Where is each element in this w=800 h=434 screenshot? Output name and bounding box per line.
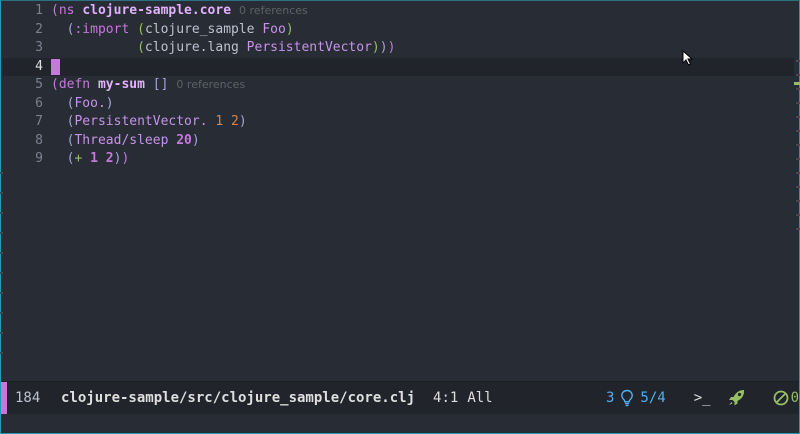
line-number: 4 [35,58,43,74]
code-token: clojure.lang [144,40,247,55]
reference-count-lens[interactable]: 0 references [176,78,245,91]
code-token: 1 2 [90,151,114,166]
minibuffer[interactable] [1,414,799,433]
code-token: ) [238,114,247,129]
code-text[interactable]: (ns clojure-sample.core 0 references [51,2,308,20]
lightbulb-icon[interactable] [620,389,634,407]
code-token: ( [51,77,59,92]
code-token: ) [121,151,130,166]
code-token: ns [58,3,83,18]
code-token: ) [105,95,114,111]
code-token: Foo. [74,95,106,111]
text-cursor [51,58,60,75]
buffer-file-path[interactable]: clojure-sample/src/clojure_sample/core.c… [61,390,415,406]
mode-line-right: 3 5/4 >_ 0 [606,389,799,407]
code-token: clojure-sample.core [82,3,232,18]
rocket-icon[interactable] [727,389,747,407]
line-number: 7 [35,114,43,129]
code-text[interactable]: (clojure.lang PersistentVector))) [51,39,395,57]
code-token: 20 [176,132,192,148]
code-token: Foo [262,21,286,37]
code-line[interactable]: 1 (ns clojure-sample.core 0 references [3,2,794,20]
cursor-position: 4:1 [433,390,459,406]
code-text[interactable]: (Foo.) [51,95,114,113]
reference-count-lens[interactable]: 0 references [239,4,308,17]
buffer-size: 184 [15,390,41,406]
code-token: PersistentVector. [74,114,216,129]
lsp-ratio[interactable]: 5/4 [640,390,665,406]
code-line[interactable]: 6 (Foo.) [3,95,794,113]
scroll-position: All [467,390,493,406]
code-token: defn [58,77,98,92]
code-token: PersistentVector [246,40,372,55]
code-token: my-sum [97,77,153,92]
code-token: ) [285,21,294,37]
code-text[interactable]: (defn my-sum [] 0 references [51,76,245,94]
code-text[interactable]: (:import (clojure_sample Foo) [51,21,294,39]
right-fringe-accent [794,82,800,85]
code-token: ( [137,21,145,37]
line-number: 6 [35,95,43,111]
line-number: 2 [35,21,43,37]
code-token: ) [379,40,388,55]
code-line[interactable]: 3 (clojure.lang PersistentVector))) [3,39,794,57]
code-line[interactable]: 2 (:import (clojure_sample Foo) [3,21,794,39]
code-token: 1 2 [215,114,239,129]
code-token: ) [371,40,380,55]
line-number: 5 [35,77,43,92]
terminal-indicator[interactable]: >_ [694,390,711,406]
code-token: ) [191,132,200,148]
code-token: [] [152,77,169,92]
code-line[interactable]: 4 [3,57,794,76]
code-token: + [74,151,91,166]
code-token: :import [74,21,138,37]
code-line[interactable]: 5 (defn my-sum [] 0 references [3,76,794,94]
code-line[interactable]: 7 (PersistentVector. 1 2) [3,113,794,131]
code-line[interactable]: 9 (+ 1 2)) [3,150,794,168]
right-fringe-markers [796,60,800,240]
code-text[interactable]: (PersistentVector. 1 2) [51,113,247,131]
line-number: 9 [35,151,43,166]
error-count[interactable]: 0 [791,390,799,406]
left-fringe-markers [0,172,3,372]
code-token: Thread/sleep [74,132,177,148]
code-token: ( [137,40,145,55]
code-text[interactable]: (Thread/sleep 20) [51,132,200,150]
mouse-pointer-icon [682,50,694,66]
code-line[interactable]: 8 (Thread/sleep 20) [3,132,794,150]
mode-line-accent [1,382,7,414]
line-number: 3 [35,40,43,55]
mode-line: 184 clojure-sample/src/clojure_sample/co… [1,381,799,414]
line-number: 8 [35,132,43,148]
editor-pane[interactable]: 1 (ns clojure-sample.core 0 references 2 (:… [3,1,794,381]
lsp-count[interactable]: 3 [606,390,614,406]
code-token: ( [51,3,59,18]
line-number: 1 [35,3,43,18]
code-token: ) [387,40,396,55]
code-token: clojure_sample [144,21,263,37]
code-text[interactable]: (+ 1 2)) [51,150,130,168]
no-errors-icon[interactable] [773,390,789,406]
